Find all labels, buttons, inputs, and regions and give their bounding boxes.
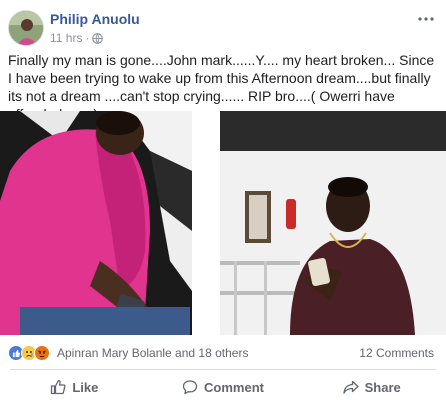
post-time[interactable]: 11 hrs (50, 31, 82, 45)
post-meta: 11 hrs · (50, 31, 104, 45)
share-icon (342, 380, 359, 394)
photo-left[interactable] (0, 111, 192, 335)
angry-icon (34, 345, 50, 361)
more-options-icon[interactable] (414, 10, 438, 28)
facebook-post: Philip Anuolu 11 hrs · Finally my man is… (0, 0, 446, 400)
comment-button[interactable]: Comment (149, 374, 298, 400)
comment-icon (182, 380, 198, 395)
meta-separator: · (85, 31, 90, 45)
comments-count[interactable]: 12 Comments (359, 346, 434, 360)
author-name[interactable]: Philip Anuolu (50, 11, 140, 27)
photo-grid (0, 111, 446, 335)
share-label: Share (364, 379, 401, 395)
reactions-text[interactable]: Apinran Mary Bolanle and 18 others (57, 346, 248, 360)
comment-label: Comment (204, 379, 264, 395)
thumbs-up-icon (51, 379, 66, 395)
photo-right[interactable] (220, 111, 446, 335)
like-label: Like (72, 379, 99, 395)
divider (10, 369, 436, 370)
share-button[interactable]: Share (297, 374, 446, 400)
author-avatar[interactable] (8, 10, 44, 46)
globe-icon[interactable] (92, 32, 104, 44)
like-button[interactable]: Like (0, 374, 149, 400)
post-actions: Like Comment Share (0, 374, 446, 400)
reactions-summary[interactable]: Apinran Mary Bolanle and 18 others (8, 343, 248, 363)
